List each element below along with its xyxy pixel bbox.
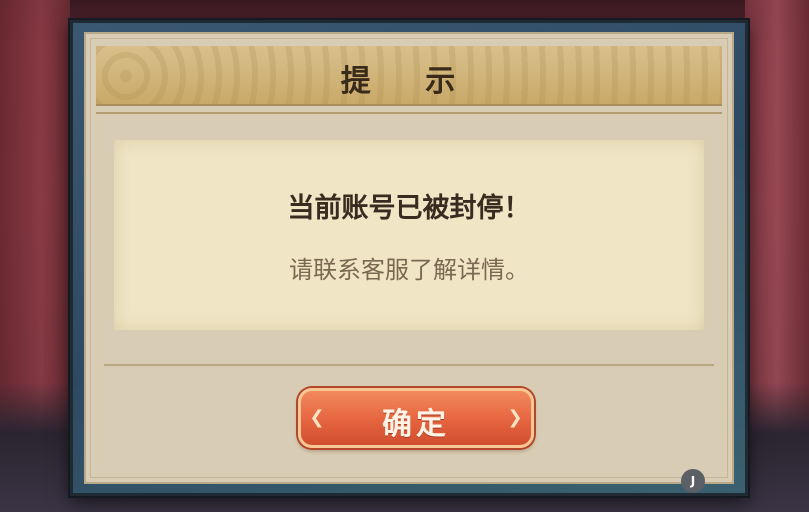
account-banned-message: 当前账号已被封停！ bbox=[287, 193, 531, 224]
dialog-title: 提 示 bbox=[340, 64, 478, 99]
title-band: 提 示 bbox=[96, 46, 722, 106]
corner-badge[interactable]: J bbox=[681, 469, 705, 493]
message-area: 当前账号已被封停！ 请联系客服了解详情。 bbox=[114, 140, 704, 330]
button-right-ornament-icon: ❯ bbox=[507, 407, 523, 428]
dialog-panel: 提 示 当前账号已被封停！ 请联系客服了解详情。 ❮ 确定 ❯ bbox=[84, 32, 734, 484]
confirm-button[interactable]: ❮ 确定 ❯ bbox=[298, 388, 534, 448]
contact-support-message: 请联系客服了解详情。 bbox=[289, 256, 529, 284]
confirm-button-label: 确定 bbox=[382, 407, 450, 442]
title-divider bbox=[96, 112, 722, 114]
content-divider bbox=[104, 364, 714, 366]
notice-dialog: 提 示 当前账号已被封停！ 请联系客服了解详情。 ❮ 确定 ❯ bbox=[70, 20, 748, 496]
